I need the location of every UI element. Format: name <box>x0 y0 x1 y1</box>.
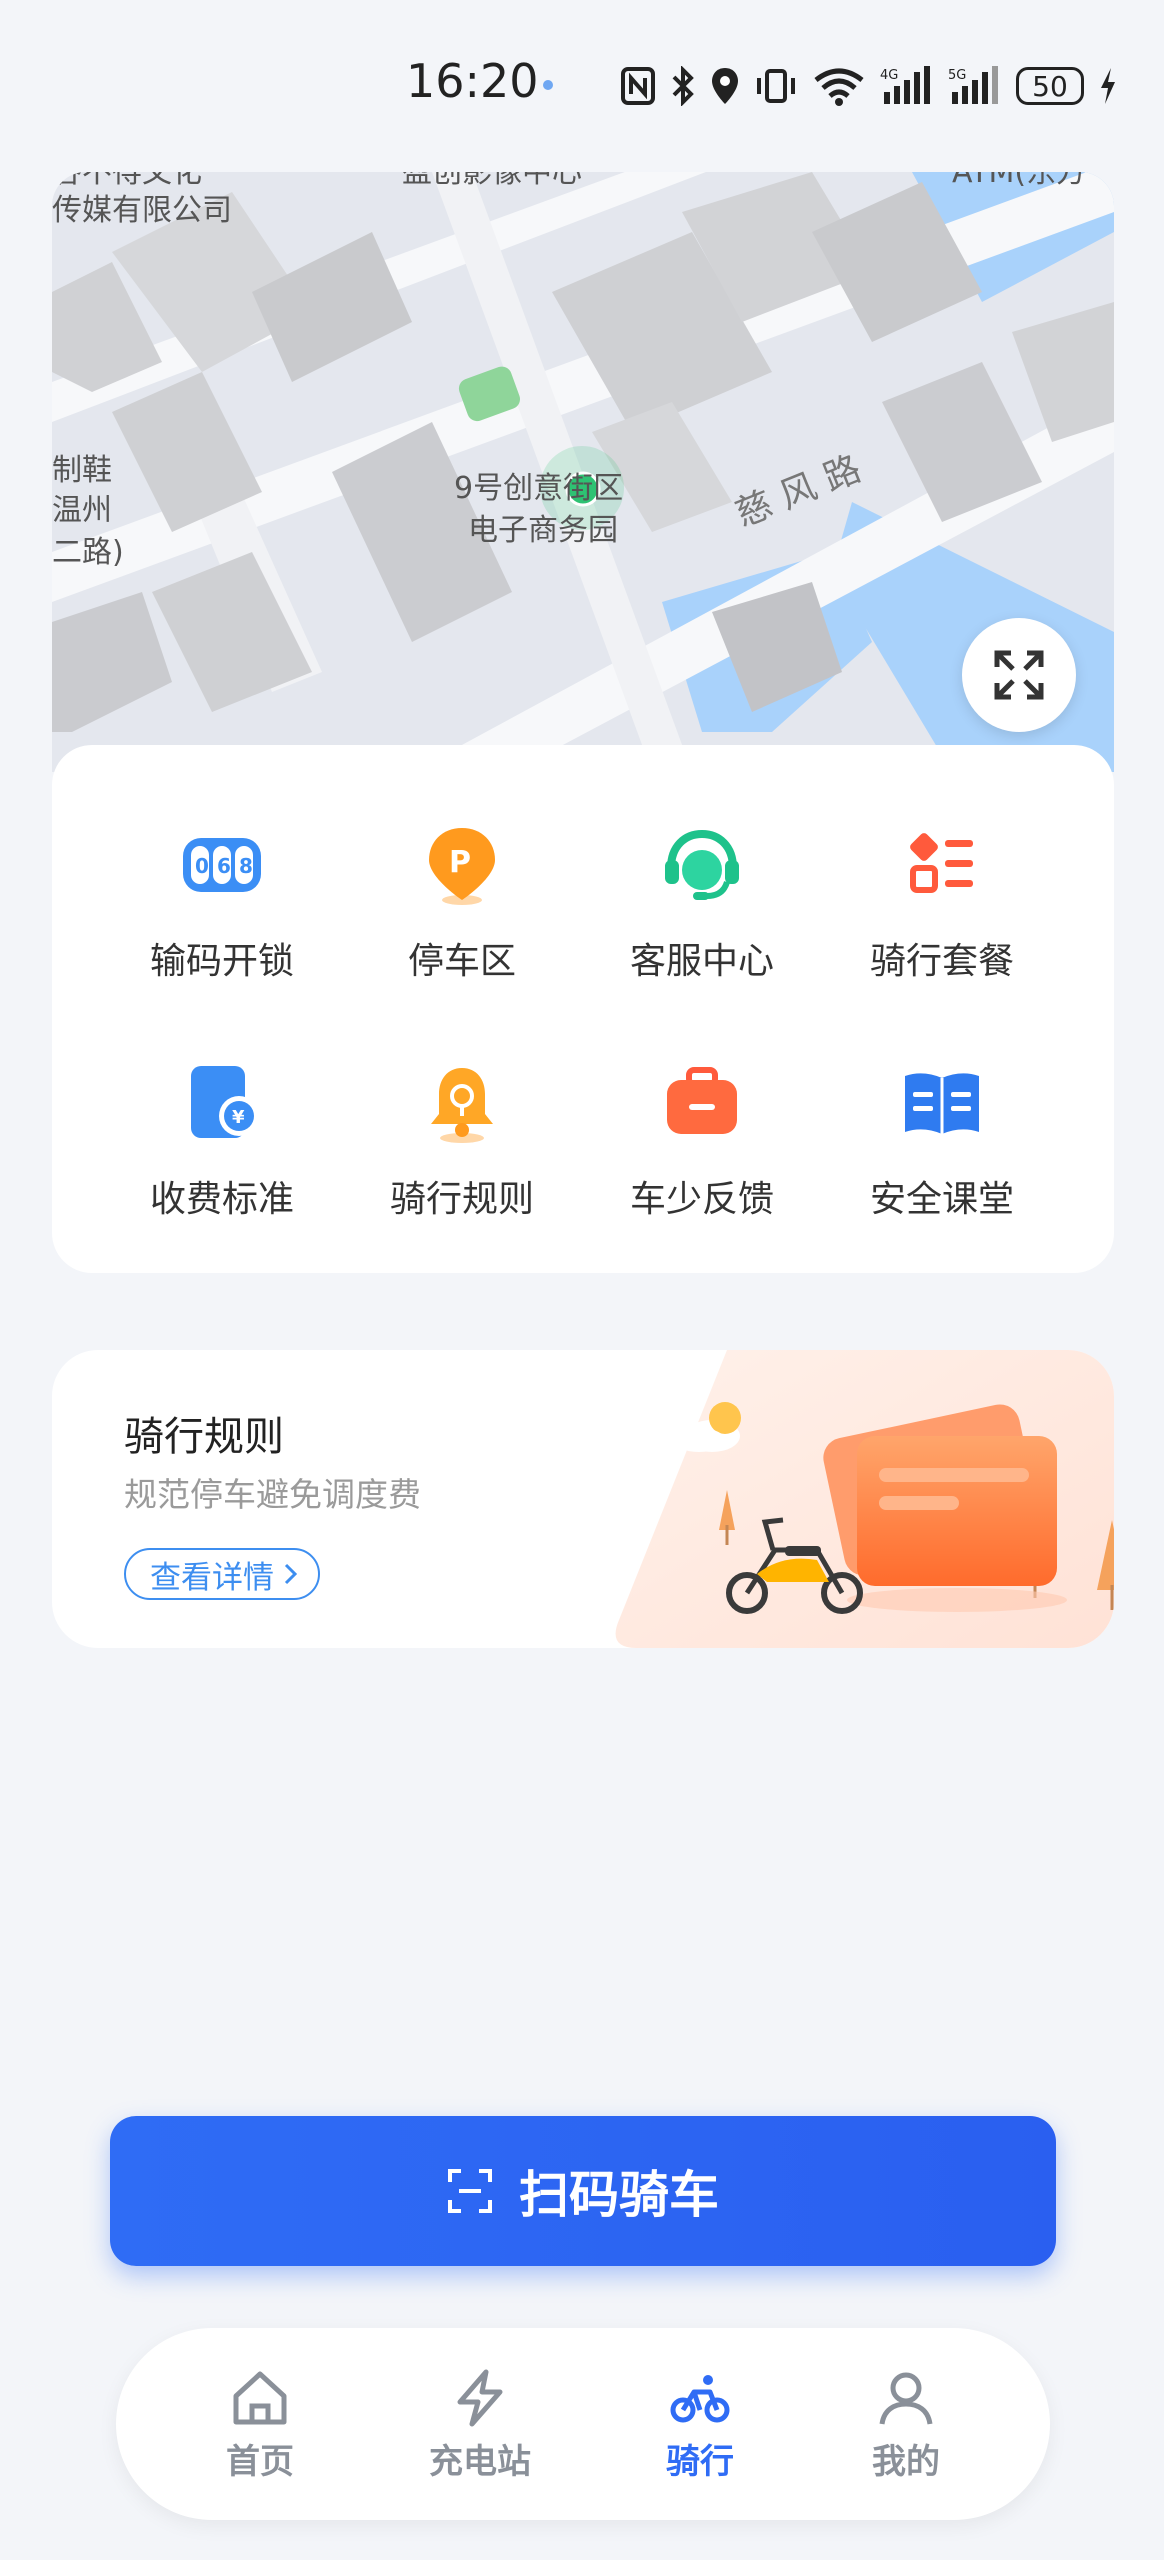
nav-profile[interactable]: 我的 <box>806 2368 1006 2488</box>
view-details-label: 查看详情 <box>150 1559 274 1596</box>
svg-text:0: 0 <box>195 854 209 878</box>
lightning-icon <box>457 2369 503 2427</box>
action-safety-class[interactable]: 安全课堂 <box>822 1058 1062 1258</box>
svg-text:4G: 4G <box>880 68 898 83</box>
user-icon <box>879 2372 933 2425</box>
view-details-button[interactable]: 查看详情 <box>124 1548 320 1600</box>
nav-charging-station[interactable]: 充电站 <box>380 2368 580 2488</box>
map-label: ATM(东方 <box>952 172 1086 190</box>
nav-ride[interactable]: 骑行 <box>600 2368 800 2488</box>
wifi-icon <box>814 68 864 106</box>
book-icon <box>905 1073 979 1134</box>
map-label: 二路) <box>52 535 124 570</box>
banner-subtitle: 规范停车避免调度费 <box>124 1475 421 1514</box>
action-label: 安全课堂 <box>869 1179 1014 1220</box>
action-label: 客服中心 <box>629 941 774 982</box>
action-fee[interactable]: ¥ 收费标准 <box>102 1058 342 1258</box>
svg-text:¥: ¥ <box>232 1107 245 1128</box>
customer-service-icon <box>665 829 739 900</box>
action-label: 停车区 <box>407 941 516 982</box>
svg-text:6: 6 <box>217 854 231 878</box>
action-label: 骑行规则 <box>389 1179 534 1220</box>
scan-to-ride-button[interactable]: 扫码骑车 <box>110 2116 1056 2266</box>
riding-rules-banner[interactable]: 骑行规则 规范停车避免调度费 查看详情 <box>52 1350 1114 1648</box>
location-icon <box>712 68 738 104</box>
map-label: 传媒有限公司 <box>52 193 232 228</box>
map-label: 电子商务园 <box>468 513 618 548</box>
map-label: 谷不得文化 <box>52 172 202 190</box>
action-feedback[interactable]: 车少反馈 <box>582 1058 822 1258</box>
vibrate-icon <box>757 69 795 103</box>
nav-label: 充电站 <box>429 2442 531 2482</box>
battery-icon: 50 <box>1016 67 1084 105</box>
bottom-navigation: 首页 充电站 骑行 我的 <box>116 2328 1050 2520</box>
svg-text:P: P <box>449 845 471 880</box>
map-view[interactable]: 谷不得文化 传媒有限公司 盈创影像中心 ATM(东方 制鞋 温州 二路) 9号创… <box>52 172 1114 772</box>
svg-text:5G: 5G <box>948 68 966 83</box>
bell-icon <box>431 1068 493 1143</box>
scan-to-ride-label: 扫码骑车 <box>519 2166 719 2224</box>
bluetooth-icon <box>672 66 694 106</box>
parking-icon: P <box>429 828 495 905</box>
feedback-icon <box>667 1067 737 1134</box>
action-code-unlock[interactable]: 068 输码开锁 <box>102 820 342 1020</box>
nav-label: 首页 <box>226 2442 294 2482</box>
code-unlock-icon: 068 <box>183 838 261 892</box>
expand-icon <box>994 650 1044 700</box>
status-icons: 4G 5G 50 <box>620 58 1118 114</box>
action-label: 输码开锁 <box>149 941 294 982</box>
map-label: 9号创意街区 <box>454 471 623 506</box>
map-label: 制鞋 <box>52 453 112 488</box>
action-label: 车少反馈 <box>629 1179 774 1220</box>
status-bar: 16:20 4G 5G 50 <box>0 0 1164 170</box>
action-rules[interactable]: 骑行规则 <box>342 1058 582 1258</box>
nav-label: 骑行 <box>666 2442 734 2482</box>
action-customer-service[interactable]: 客服中心 <box>582 820 822 1020</box>
charging-icon <box>1101 68 1115 104</box>
banner-title: 骑行规则 <box>124 1414 284 1460</box>
signal-4g-icon: 4G <box>880 66 930 104</box>
map-canvas: 谷不得文化 传媒有限公司 盈创影像中心 ATM(东方 制鞋 温州 二路) 9号创… <box>52 172 1114 772</box>
home-icon <box>233 2371 287 2425</box>
action-label: 收费标准 <box>149 1179 294 1220</box>
scan-icon <box>448 2169 492 2213</box>
action-label: 骑行套餐 <box>869 941 1014 982</box>
banner-illustration <box>615 1350 1114 1648</box>
quick-actions-card: 068 输码开锁 P 停车区 客服中心 骑行套餐 ¥ 收费标准 骑行规则 车少反… <box>52 745 1114 1273</box>
svg-text:8: 8 <box>239 854 253 878</box>
map-label: 盈创影像中心 <box>402 172 582 190</box>
nav-home[interactable]: 首页 <box>160 2368 360 2488</box>
fee-icon: ¥ <box>191 1066 259 1138</box>
action-parking[interactable]: P 停车区 <box>342 820 582 1020</box>
map-label: 温州 <box>52 493 112 528</box>
action-package[interactable]: 骑行套餐 <box>822 820 1062 1020</box>
status-time: 16:20 <box>406 54 539 108</box>
package-icon <box>910 833 973 893</box>
notification-dot <box>543 80 553 90</box>
expand-map-button[interactable] <box>962 618 1076 732</box>
chevron-right-icon <box>284 1563 298 1585</box>
bike-icon <box>670 2375 730 2423</box>
nfc-icon <box>621 67 655 105</box>
signal-5g-icon: 5G <box>948 66 998 104</box>
nav-label: 我的 <box>872 2442 940 2482</box>
